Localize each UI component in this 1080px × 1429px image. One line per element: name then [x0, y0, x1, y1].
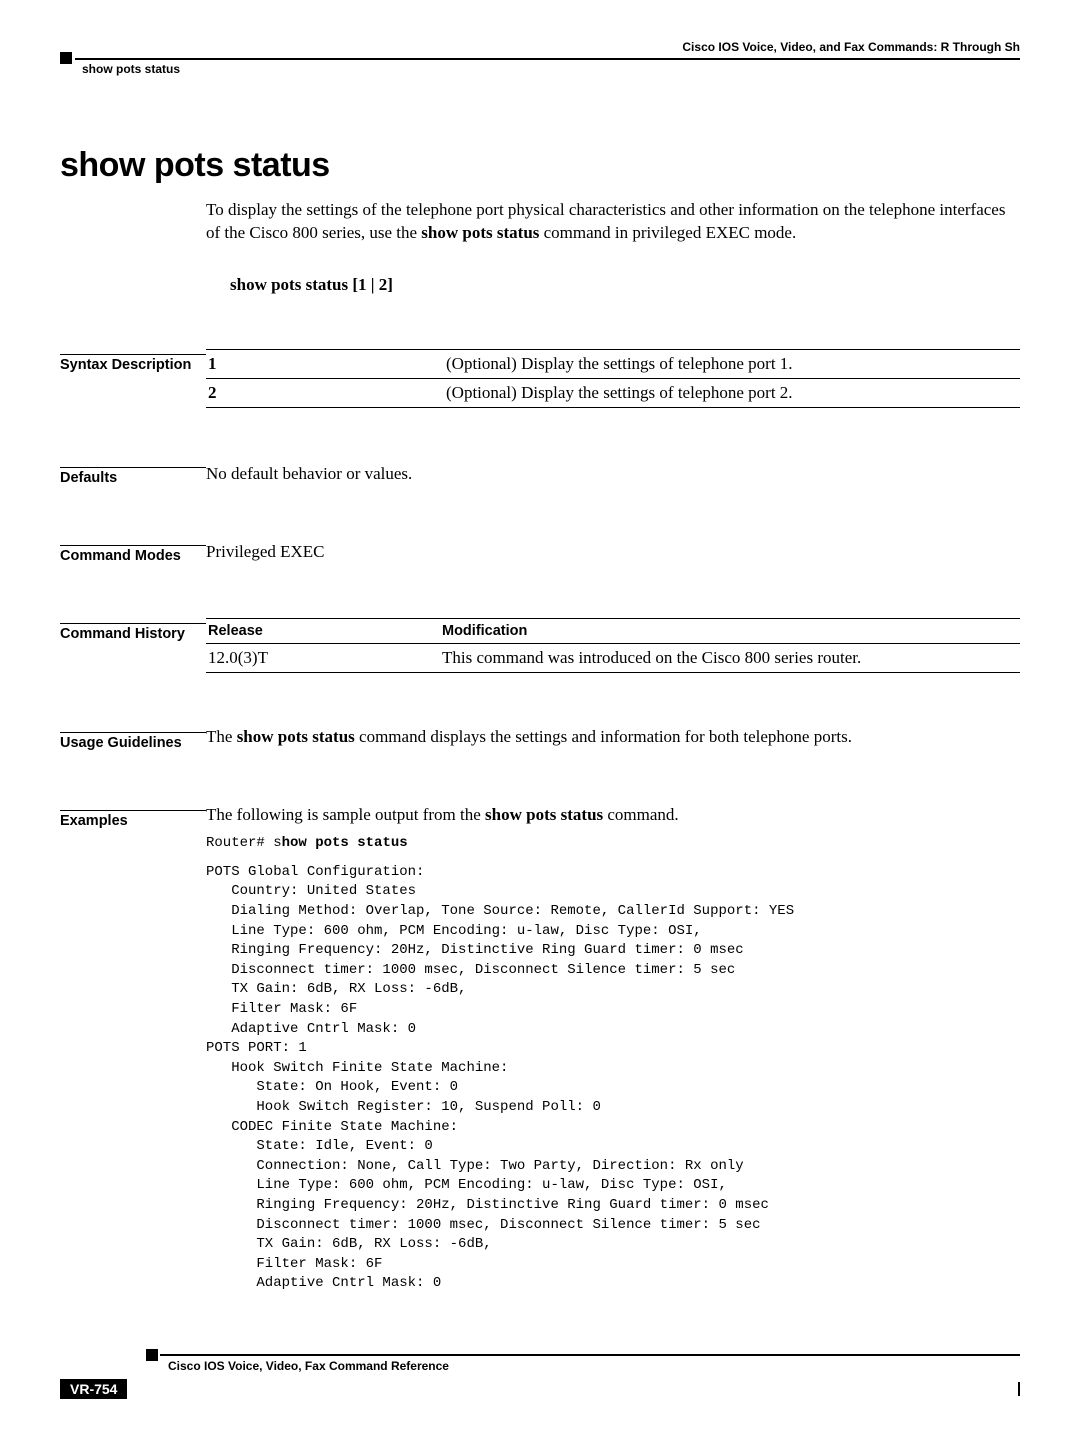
example-prompt: Router#: [206, 835, 273, 851]
syntax-description-table: 1 (Optional) Display the settings of tel…: [206, 349, 1020, 408]
usage-pre: The: [206, 727, 237, 746]
syntax-desc-2: (Optional) Display the settings of telep…: [444, 378, 1020, 407]
intro-post: command in privileged EXEC mode.: [539, 223, 796, 242]
syntax-description-label: Syntax Description: [60, 357, 191, 373]
usage-post: command displays the settings and inform…: [355, 727, 852, 746]
command-history-label: Command History: [60, 626, 185, 642]
examples-intro: The following is sample output from the …: [206, 805, 1020, 825]
running-head: show pots status: [82, 62, 1020, 76]
footer-right-mark-icon: [1018, 1382, 1020, 1396]
example-prompt-s: s: [273, 835, 281, 851]
defaults-text: No default behavior or values.: [206, 462, 1020, 486]
history-header-modification: Modification: [440, 618, 1020, 643]
syntax-arg-1: 1: [206, 349, 444, 378]
usage-guidelines-text: The show pots status command displays th…: [206, 727, 1020, 751]
examples-intro-pre: The following is sample output from the: [206, 805, 485, 824]
page-number: VR-754: [60, 1379, 127, 1399]
header-rule: [75, 58, 1020, 60]
command-modes-label: Command Modes: [60, 548, 181, 564]
footer-rule: [160, 1354, 1020, 1356]
footer-book-title: Cisco IOS Voice, Video, Fax Command Refe…: [168, 1359, 1020, 1373]
history-release-0: 12.0(3)T: [206, 643, 440, 672]
examples-label: Examples: [60, 813, 128, 829]
usage-guidelines-label: Usage Guidelines: [60, 735, 182, 751]
defaults-label: Defaults: [60, 470, 117, 486]
header-marker-icon: [60, 52, 72, 64]
intro-paragraph: To display the settings of the telephone…: [206, 199, 1020, 245]
syntax-line: show pots status [1 | 2]: [230, 275, 1020, 295]
syntax-desc-1: (Optional) Display the settings of telep…: [444, 349, 1020, 378]
syntax-arg-2: 2: [206, 378, 444, 407]
example-prompt-line: Router# show pots status: [206, 835, 1020, 851]
page-title: show pots status: [60, 146, 1020, 185]
chapter-title: Cisco IOS Voice, Video, and Fax Commands…: [60, 40, 1020, 54]
history-mod-0: This command was introduced on the Cisco…: [440, 643, 1020, 672]
examples-intro-cmd: show pots status: [485, 805, 603, 824]
examples-intro-post: command.: [603, 805, 679, 824]
example-prompt-cmd: how pots status: [282, 835, 408, 851]
example-output: POTS Global Configuration: Country: Unit…: [206, 863, 1020, 1294]
command-history-table: Release Modification 12.0(3)T This comma…: [206, 618, 1020, 673]
history-header-release: Release: [206, 618, 440, 643]
usage-cmd: show pots status: [237, 727, 355, 746]
command-modes-text: Privileged EXEC: [206, 540, 1020, 564]
footer-marker-icon: [146, 1349, 158, 1361]
intro-cmd: show pots status: [421, 223, 539, 242]
